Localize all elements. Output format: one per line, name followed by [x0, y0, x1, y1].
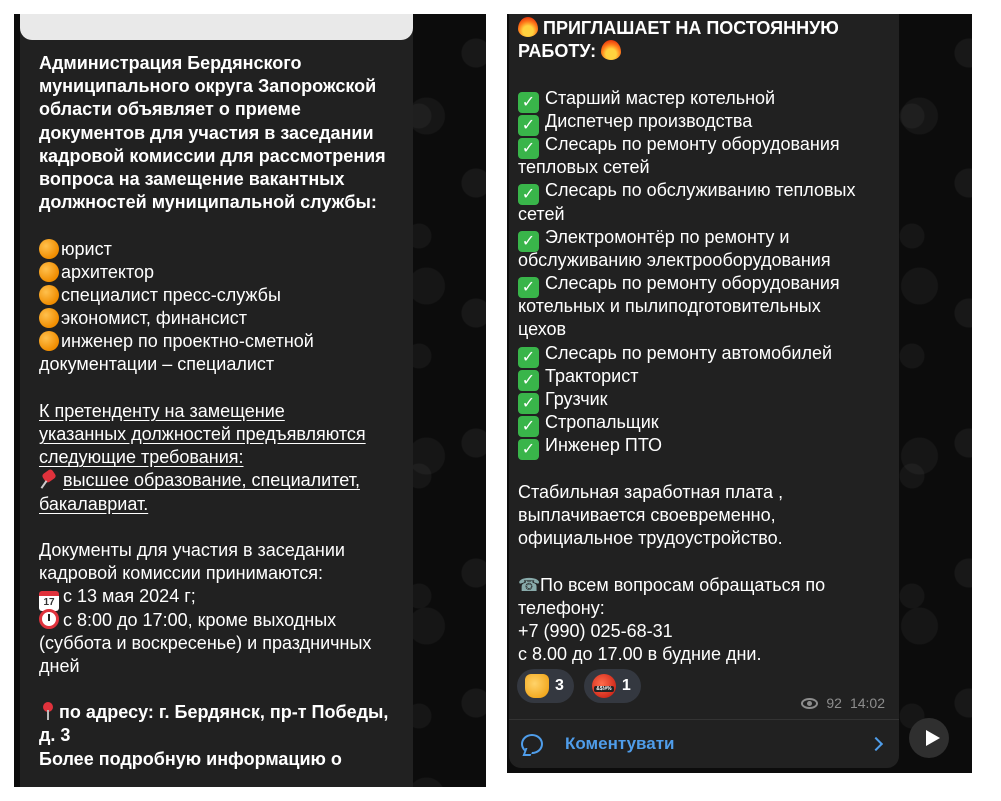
left-message-bubble: Администрация Бердянского муниципального… [20, 14, 413, 787]
list-item: архитектор [39, 261, 388, 284]
fire-icon [601, 40, 622, 61]
message-time: 14:02 [849, 695, 885, 711]
list-item: ✓ Стропальщик [518, 411, 855, 438]
list-item: ✓ Слесарь по ремонту автомобилей [518, 342, 855, 368]
list-item: ✓ Электромонтёр по ремонту и обслуживанию … [518, 226, 831, 270]
pushpin-icon [39, 469, 63, 489]
announcement-heading: Администрация Бердянского муниципального… [39, 53, 386, 213]
location-pin-icon [39, 701, 59, 721]
documents-schedule: Документы для участия в заседании кадров… [39, 539, 372, 676]
jobs-list: ✓ Старший мастер котельной ✓ Диспетчер прои… [518, 87, 856, 461]
list-item: ✓ Грузчик [518, 388, 855, 414]
right-chat-panel: ПРИГЛАШАЕТ НА ПОСТОЯННУЮ РАБОТУ: ✓ Старши… [507, 14, 972, 773]
thumbs-up-icon [525, 674, 549, 698]
list-item: специалист пресс-службы [39, 284, 388, 307]
list-item: ✓ Слесарь по обслуживанию тепловых сетей [518, 180, 856, 224]
orange-circle-icon [39, 308, 59, 329]
list-item: ✓ Слесарь по ремонту оборудования тепловых… [518, 133, 840, 178]
orange-circle-icon [39, 331, 59, 352]
comment-bubble-icon [521, 734, 543, 754]
list-item: экономист, финансист [39, 307, 388, 330]
list-item: ✓ Инженер ПТО [518, 434, 855, 461]
left-message-body: Администрация Бердянского муниципального… [39, 52, 388, 771]
list-item: ✓ Диспетчер производства [518, 110, 855, 136]
message-meta: 92 14:02 [801, 695, 885, 711]
alarm-clock-icon [39, 608, 59, 629]
telephone-icon: ☎ [518, 574, 541, 595]
reaction-angry[interactable]: &$!#% 1 [583, 669, 641, 703]
left-chat-panel: Администрация Бердянского муниципального… [14, 14, 486, 787]
eye-icon [801, 697, 819, 709]
right-message-body: ПРИГЛАШАЕТ НА ПОСТОЯННУЮ РАБОТУ: ✓ Старши… [518, 17, 855, 666]
reactions-bar: 3 &$!#% 1 [517, 669, 641, 705]
chevron-right-icon [868, 736, 884, 752]
salary-info: Стабильная заработная плата , выплачивае… [518, 481, 784, 549]
phone-number[interactable]: +7 (990) 025-68-31 [518, 620, 855, 643]
list-item: инженер по проектно-сметной [39, 330, 388, 353]
list-item: ✓ Слесарь по ремонту оборудования котельны… [518, 273, 840, 340]
list-item: ✓ Старший мастер котельной [518, 87, 855, 113]
fire-icon [518, 17, 538, 37]
comments-button[interactable]: Коментувати [509, 719, 899, 768]
list-item: юрист [39, 238, 388, 261]
orange-circle-icon [39, 284, 59, 305]
positions-list: юрист архитектор специалист пресс-службы… [39, 238, 388, 377]
check-mark-icon: ✓ [518, 439, 539, 461]
right-message-bubble: ПРИГЛАШАЕТ НА ПОСТОЯННУЮ РАБОТУ: ✓ Старши… [509, 14, 899, 768]
requirements-text: К претенденту на замещение указанных дол… [39, 400, 366, 514]
address-block: по адресу: г. Бердянск, пр-т Победы, д. … [39, 701, 389, 769]
orange-circle-icon [39, 261, 59, 282]
media-preview[interactable] [20, 14, 413, 40]
list-item: ✓ Тракторист [518, 365, 855, 391]
view-count: 92 [826, 695, 842, 711]
share-arrow-icon [926, 730, 940, 746]
angry-face-icon: &$!#% [591, 674, 616, 698]
job-headline: ПРИГЛАШАЕТ НА ПОСТОЯННУЮ РАБОТУ: [518, 17, 839, 62]
comments-label: Коментувати [565, 734, 675, 753]
contact-info: ☎По всем вопросам обращаться по телефону… [518, 574, 855, 667]
share-button[interactable] [909, 718, 949, 758]
orange-circle-icon [39, 238, 59, 259]
reaction-thumbs-up[interactable]: 3 [517, 669, 574, 703]
